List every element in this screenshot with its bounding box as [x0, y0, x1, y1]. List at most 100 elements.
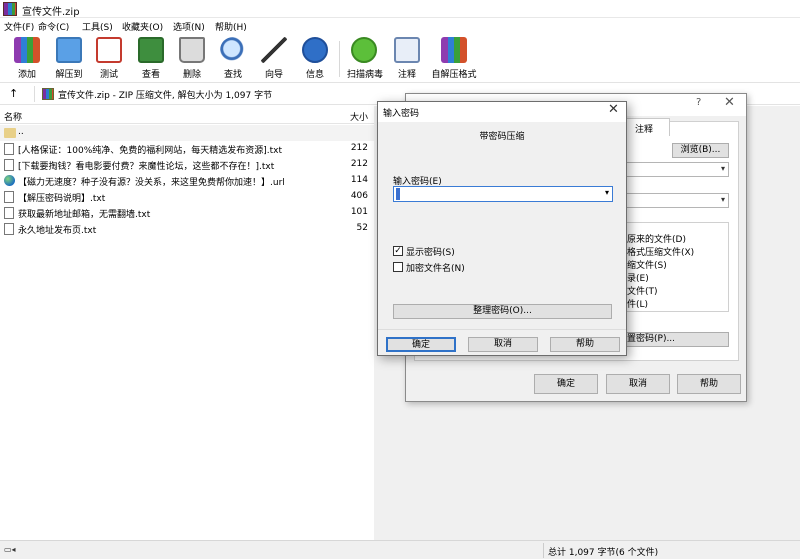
extract-to-icon: [56, 37, 82, 63]
find-icon: [220, 37, 246, 63]
organize-passwords-button[interactable]: 整理密码(O)...: [393, 304, 612, 319]
test-icon: [96, 37, 122, 63]
extract-to-button[interactable]: 解压到: [48, 35, 90, 82]
show-password-checkbox[interactable]: ✓: [393, 246, 403, 256]
add-archive-icon: [14, 37, 40, 63]
folder-up-icon: [4, 128, 16, 138]
text-file-icon: [4, 143, 14, 155]
option-lock[interactable]: 件(L): [627, 297, 648, 310]
tab-comment[interactable]: 注释: [624, 118, 670, 136]
file-row[interactable]: 【磁力无速度？种子没有源？没关系，来这里免费帮你加速！】.url 114: [0, 173, 374, 189]
file-row-parent[interactable]: ..: [0, 125, 374, 141]
browse-button[interactable]: 浏览(B)...: [672, 143, 729, 158]
sfx-label: 自解压格式: [431, 70, 477, 80]
dialog-title-bar: 输入密码 ✕: [378, 102, 626, 122]
comment-label: 注释: [397, 70, 416, 80]
file-list: 名称 大小 .. [人格保证：100%纯净、免费的福利网站，每天精选发布资源].…: [0, 106, 374, 540]
text-file-icon: [4, 223, 14, 235]
virus-scan-label: 扫描病毒: [346, 70, 383, 80]
comment-icon: [394, 37, 420, 63]
option-delete-files[interactable]: 原来的文件(D): [627, 232, 686, 245]
comment-button[interactable]: 注释: [386, 35, 428, 82]
delete-button[interactable]: 删除: [171, 35, 213, 82]
column-size[interactable]: 大小: [350, 110, 368, 123]
file-name: ..: [18, 127, 24, 137]
file-row[interactable]: [人格保证：100%纯净、免费的福利网站，每天精选发布资源].txt 212: [0, 141, 374, 157]
menu-tools[interactable]: 工具(S): [82, 20, 113, 33]
internet-shortcut-icon: [4, 175, 15, 186]
cancel-button[interactable]: 取消: [606, 374, 670, 394]
chevron-down-icon[interactable]: ▾: [605, 188, 609, 197]
find-button[interactable]: 查找: [212, 35, 254, 82]
sfx-button[interactable]: 自解压格式: [430, 35, 478, 82]
toolbar-separator: [339, 41, 340, 77]
ok-button[interactable]: 确定: [386, 337, 456, 352]
menu-options[interactable]: 选项(N): [173, 20, 205, 33]
add-button[interactable]: 添加: [6, 35, 48, 82]
winrar-app-icon: [3, 2, 17, 16]
tab-comment-label: 注释: [635, 125, 654, 135]
update-mode-combo[interactable]: ▾: [626, 193, 729, 208]
button-row-separator: [378, 329, 626, 330]
toolbar: 添加 解压到 测试 查看 删除 查找 向导 信息 扫描病毒 注释 自解压格式: [0, 35, 800, 83]
show-password-label[interactable]: 显示密码(S): [406, 245, 455, 258]
info-label: 信息: [305, 70, 324, 80]
info-icon: [302, 37, 328, 63]
cancel-button[interactable]: 取消: [468, 337, 538, 352]
help-glyph[interactable]: ?: [696, 97, 701, 108]
view-button[interactable]: 查看: [130, 35, 172, 82]
help-button[interactable]: 帮助: [550, 337, 620, 352]
find-label: 查找: [223, 70, 242, 80]
chevron-down-icon: ▾: [720, 164, 725, 173]
set-password-button[interactable]: 置密码(P)...: [626, 332, 729, 347]
view-label: 查看: [141, 70, 160, 80]
file-size: 114: [350, 175, 368, 185]
option-recovery[interactable]: 录(E): [627, 271, 649, 284]
option-solid[interactable]: 缩文件(S): [627, 258, 667, 271]
password-input[interactable]: ▾: [393, 186, 613, 202]
wizard-button[interactable]: 向导: [253, 35, 295, 82]
file-row[interactable]: [下载要掏钱？看电影要付费？来魔性论坛，这些都不存在！].txt 212: [0, 157, 374, 173]
file-name: [人格保证：100%纯净、免费的福利网站，每天精选发布资源].txt: [18, 146, 282, 156]
password-value: [396, 188, 400, 200]
menu-help[interactable]: 帮助(H): [215, 20, 247, 33]
menu-favorites[interactable]: 收藏夹(O): [122, 20, 163, 33]
menu-bar: 文件(F) 命令(C) 工具(S) 收藏夹(O) 选项(N) 帮助(H): [0, 18, 800, 35]
chevron-down-icon: ▾: [720, 195, 725, 204]
info-button[interactable]: 信息: [294, 35, 336, 82]
text-file-icon: [4, 207, 14, 219]
options-group: 原来的文件(D) 格式压缩文件(X) 缩文件(S) 录(E) 文件(T) 件(L…: [626, 222, 729, 312]
password-dialog: 输入密码 ✕ 带密码压缩 输入密码(E) ▾ ✓ 显示密码(S) 加密文件名(N…: [377, 101, 627, 356]
close-icon[interactable]: ✕: [724, 95, 735, 110]
title-bar: 宣传文件.zip: [0, 0, 800, 18]
file-row[interactable]: 【解压密码说明】.txt 406: [0, 189, 374, 205]
test-button[interactable]: 测试: [88, 35, 130, 82]
file-row[interactable]: 获取最新地址邮箱，无需翻墙.txt 101: [0, 205, 374, 221]
column-name[interactable]: 名称: [4, 110, 22, 123]
virus-scan-icon: [351, 37, 377, 63]
up-arrow-icon[interactable]: ↑: [9, 87, 18, 100]
close-icon[interactable]: ✕: [608, 102, 619, 117]
file-name: [下载要掏钱？看电影要付费？来魔性论坛，这些都不存在！].txt: [18, 162, 275, 172]
menu-file[interactable]: 文件(F): [4, 20, 34, 33]
ok-button[interactable]: 确定: [534, 374, 598, 394]
file-name: 获取最新地址邮箱，无需翻墙.txt: [18, 210, 151, 220]
file-row[interactable]: 永久地址发布页.txt 52: [0, 221, 374, 237]
file-size: 101: [350, 207, 368, 217]
help-button[interactable]: 帮助: [677, 374, 741, 394]
window-title: 宣传文件.zip: [22, 7, 80, 18]
encrypt-filenames-label[interactable]: 加密文件名(N): [406, 261, 465, 274]
view-icon: [138, 37, 164, 63]
option-test-files[interactable]: 文件(T): [627, 284, 658, 297]
archive-name-combo[interactable]: ▾: [626, 162, 729, 177]
virus-scan-button[interactable]: 扫描病毒: [343, 35, 387, 82]
encrypt-filenames-checkbox[interactable]: [393, 262, 403, 272]
wizard-icon: [261, 37, 287, 63]
wizard-label: 向导: [264, 70, 283, 80]
menu-commands[interactable]: 命令(C): [38, 20, 69, 33]
status-bar: ▭◂ 总计 1,097 字节(6 个文件): [0, 540, 800, 559]
file-size: 212: [350, 159, 368, 169]
file-size: 212: [350, 143, 368, 153]
option-sfx[interactable]: 格式压缩文件(X): [627, 245, 694, 258]
status-divider: [543, 543, 544, 558]
